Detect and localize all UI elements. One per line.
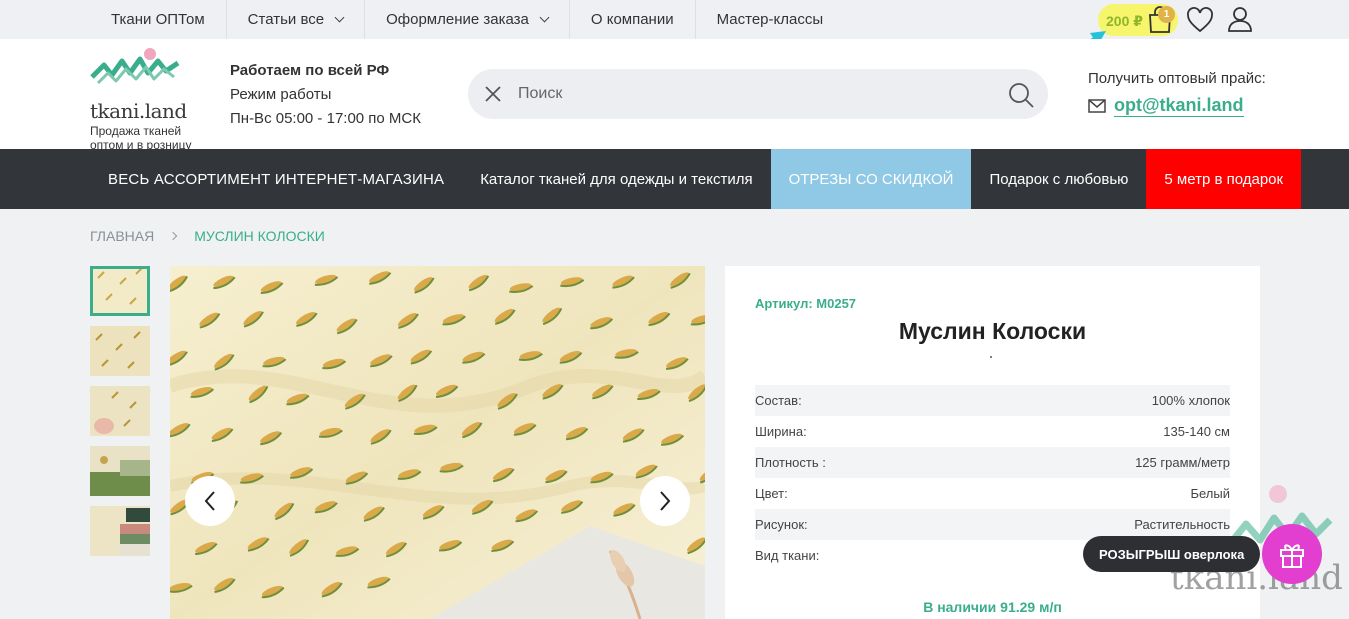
work-info: Работаем по всей РФ Режим работы Пн-Вс 0… (230, 59, 421, 131)
email-link[interactable]: opt@tkani.land (1114, 95, 1244, 117)
product-title: Муслин Колоски (898, 318, 1087, 344)
cart-count-badge: 1 (1158, 6, 1175, 23)
giveaway-button[interactable]: РОЗЫГРЫШ оверлока (1083, 536, 1261, 572)
logo-mark-icon (90, 48, 180, 85)
product-image[interactable] (170, 266, 705, 619)
topnav-item-articles[interactable]: Статьи все (227, 0, 366, 39)
breadcrumb: ГЛАВНАЯ МУСЛИН КОЛОСКИ (90, 228, 325, 244)
next-image-button[interactable] (640, 476, 690, 526)
thumbnail-4[interactable] (90, 446, 150, 496)
product-sku: Артикул: М0257 (755, 296, 857, 311)
category-5th-meter[interactable]: 5 метр в подарок (1146, 149, 1302, 209)
close-icon[interactable] (484, 85, 502, 103)
gift-button[interactable] (1262, 524, 1322, 584)
top-nav: Ткани ОПТом Статьи все Оформление заказа… (90, 0, 844, 39)
fabric-image (90, 326, 150, 376)
chevron-right-icon (168, 231, 178, 241)
breadcrumb-home[interactable]: ГЛАВНАЯ (90, 228, 154, 244)
fabric-image (90, 446, 150, 496)
fabric-image (90, 386, 150, 436)
chevron-left-icon (204, 491, 215, 511)
spec-row: Цвет: Белый (755, 486, 1230, 501)
logo-text: tkani.land (90, 99, 187, 123)
work-title: Работаем по всей РФ (230, 62, 390, 79)
spec-row: Плотность :125 грамм/метр (755, 447, 1230, 478)
thumbnail-3[interactable] (90, 386, 150, 436)
thumbnail-list (90, 266, 150, 566)
email-block: opt@tkani.land (1088, 95, 1244, 117)
search-icon[interactable] (1008, 82, 1034, 108)
price-caption: Получить оптовый прайс: (1088, 70, 1266, 87)
fabric-image (90, 506, 150, 556)
topnav-item-ordering[interactable]: Оформление заказа (365, 0, 570, 39)
user-icon[interactable] (1227, 6, 1253, 32)
prev-image-button[interactable] (185, 476, 235, 526)
fabric-image (90, 266, 150, 316)
thumbnail-1[interactable] (90, 266, 150, 316)
top-bar: Ткани ОПТом Статьи все Оформление заказа… (0, 0, 1349, 69)
search-bar: Поиск (468, 69, 1048, 119)
thumbnail-2[interactable] (90, 326, 150, 376)
work-hours-label: Режим работы (230, 86, 332, 103)
breadcrumb-current: МУСЛИН КОЛОСКИ (194, 228, 325, 244)
divider-dot (990, 356, 992, 358)
spec-row: Состав: 100% хлопок (755, 385, 1230, 416)
gift-icon (1280, 544, 1304, 568)
spec-row: Ширина: 135-140 см (755, 424, 1230, 439)
topnav-item-about[interactable]: О компании (570, 0, 696, 39)
category-gift[interactable]: Подарок с любовью (971, 149, 1146, 209)
fabric-photo (170, 266, 705, 619)
category-all[interactable]: ВЕСЬ АССОРТИМЕНТ ИНТЕРНЕТ-МАГАЗИНА (90, 149, 462, 209)
category-sale-cuts[interactable]: ОТРЕЗЫ СО СКИДКОЙ (770, 149, 972, 209)
category-catalog[interactable]: Каталог тканей для одежды и текстиля (462, 149, 770, 209)
logo-tagline: Продажа тканей оптом и в розницу (90, 124, 192, 152)
chevron-right-icon (660, 491, 671, 511)
chevron-down-icon (334, 12, 345, 23)
topnav-item-masterclasses[interactable]: Мастер-классы (696, 0, 845, 39)
category-bar: ВЕСЬ АССОРТИМЕНТ ИНТЕРНЕТ-МАГАЗИНА Катал… (0, 149, 1349, 209)
site-header: tkani.land Продажа тканей оптом и в розн… (0, 39, 1349, 152)
search-input[interactable]: Поиск (518, 85, 562, 103)
chevron-down-icon (539, 12, 550, 23)
work-hours: Пн-Вс 05:00 - 17:00 по МСК (230, 110, 422, 127)
site-logo[interactable]: tkani.land Продажа тканей оптом и в розн… (90, 47, 200, 152)
topnav-item-wholesale[interactable]: Ткани ОПТом (90, 0, 227, 39)
mail-icon (1088, 99, 1106, 113)
thumbnail-5[interactable] (90, 506, 150, 556)
heart-icon[interactable] (1186, 7, 1214, 33)
